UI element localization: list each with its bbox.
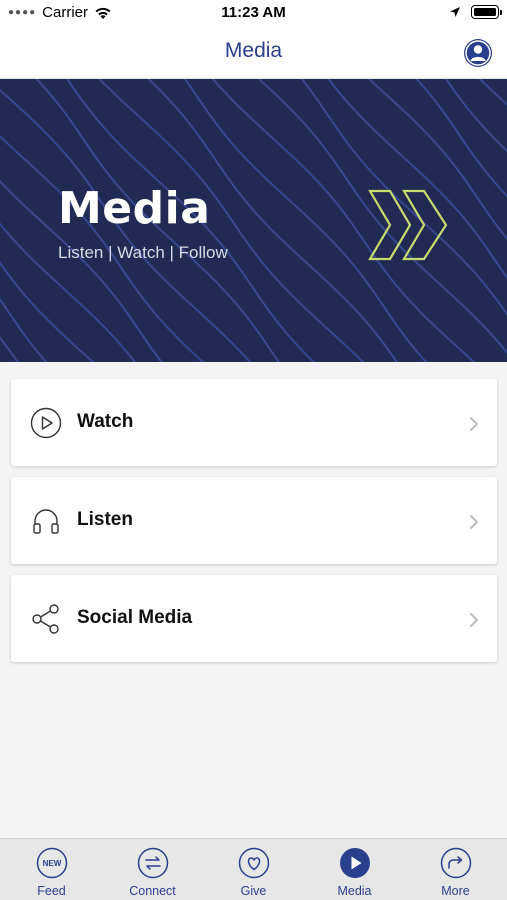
status-time: 11:23 AM (221, 4, 286, 21)
profile-icon[interactable] (463, 38, 493, 68)
arrows-exchange-icon (137, 847, 169, 879)
tab-more[interactable]: More (405, 839, 506, 900)
heart-icon (238, 847, 270, 879)
tab-media[interactable]: Media (304, 839, 405, 900)
play-circle-icon (30, 407, 62, 439)
menu-item-watch[interactable]: Watch (11, 379, 497, 466)
menu-item-label: Watch (77, 411, 134, 432)
feed-badge-text: NEW (43, 859, 62, 868)
chevron-right-icon (470, 417, 479, 431)
menu-item-label: Listen (77, 509, 133, 530)
hero-wave-line (0, 336, 19, 362)
battery-icon (471, 5, 502, 19)
tab-label: Feed (37, 884, 66, 898)
menu-item-listen[interactable]: Listen (11, 477, 497, 564)
tab-label: Media (337, 884, 372, 898)
tab-feed[interactable]: NEW Feed (1, 839, 102, 900)
tab-label: More (441, 884, 470, 898)
hero-title: Media (58, 183, 211, 234)
status-right (449, 5, 502, 19)
chevron-right-icon (470, 515, 479, 529)
location-arrow-icon (450, 7, 460, 17)
status-bar: ●●●● Carrier 11:23 AM (0, 0, 507, 26)
hero-subtitle: Listen | Watch | Follow (58, 243, 228, 262)
share-icon (32, 604, 59, 634)
menu-item-social-media[interactable]: Social Media (11, 575, 497, 662)
hero-banner: Media Listen | Watch | Follow (0, 79, 507, 362)
double-chevron-icon (368, 189, 448, 261)
tab-give[interactable]: Give (203, 839, 304, 900)
tab-label: Give (240, 884, 267, 898)
hero-wave-line (478, 79, 507, 106)
headphones-icon (33, 509, 59, 534)
play-filled-icon (340, 848, 370, 878)
nav-bar: Media (0, 26, 507, 79)
menu-item-label: Social Media (77, 607, 193, 628)
new-badge-icon: NEW (36, 847, 68, 879)
tab-bar: NEW Feed Connect Give Media More (0, 838, 507, 900)
chevron-right-icon (470, 613, 479, 627)
page-title: Media (224, 39, 283, 62)
tab-label: Connect (129, 884, 176, 898)
tab-connect[interactable]: Connect (102, 839, 203, 900)
forward-arrow-icon (440, 847, 472, 879)
